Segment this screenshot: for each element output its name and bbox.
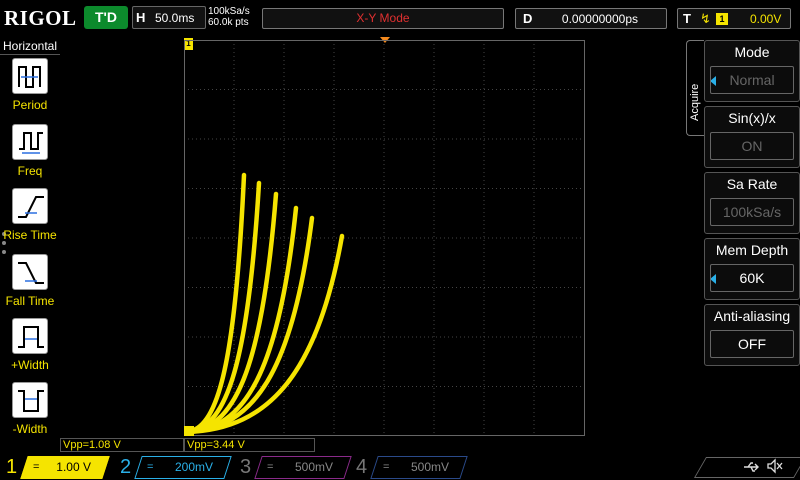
channel-scale: 500mV <box>294 460 333 474</box>
measure-label: +Width <box>11 358 49 372</box>
dc-coupling-icon: = <box>147 461 154 473</box>
trigger-status-badge: T'D <box>84 6 128 29</box>
freq-icon <box>12 124 48 160</box>
acquire-menu: Acquire Mode Normal Sin(x)/x ON Sa Rate … <box>686 36 800 460</box>
sample-rate: 100kSa/s <box>208 6 250 17</box>
measure-label: Fall Time <box>5 294 55 308</box>
acquire-tab-label: Acquire <box>689 83 701 121</box>
xy-trace-curve <box>184 233 345 435</box>
trigger-level: 0.00V <box>750 12 782 26</box>
measurement-vpp-ch1[interactable]: Vpp=1.08 V <box>60 438 184 452</box>
xy-traces <box>184 172 345 436</box>
measure-period[interactable]: Period <box>0 58 60 122</box>
menu-mode[interactable]: Mode Normal <box>704 40 800 102</box>
acquire-tab[interactable]: Acquire <box>686 40 704 136</box>
menu-value: Normal <box>710 66 794 94</box>
channel-settings: = 500mV <box>370 456 468 479</box>
menu-title: Anti-aliasing <box>713 308 791 324</box>
xy-trace-curve <box>184 191 279 435</box>
menu-value: OFF <box>710 330 794 358</box>
speaker-muted-icon[interactable] <box>766 457 784 475</box>
delay-value: 0.00000000ps <box>561 12 638 26</box>
trigger-source-badge: 1 <box>716 13 728 25</box>
menu-title: Mode <box>734 44 770 60</box>
rising-edge-icon: ↯ <box>700 11 711 26</box>
measurement-vpp-ch2[interactable]: Vpp=3.44 V <box>184 438 315 452</box>
delay-box[interactable]: D 0.00000000ps <box>515 8 667 29</box>
channel-settings: = 1.00 V <box>20 456 110 479</box>
brand-logo: RIGOL <box>4 6 77 30</box>
xy-origin-dot <box>184 426 194 436</box>
measure-label: -Width <box>12 422 48 436</box>
trigger-box[interactable]: T ↯ 1 0.00V <box>677 8 791 29</box>
channel-scale: 200mV <box>174 460 213 474</box>
menu-value: ON <box>710 132 794 160</box>
menu-value: 100kSa/s <box>710 198 794 226</box>
channel-3[interactable]: 3 = 500mV <box>236 455 352 480</box>
measure-panel-title: Horizontal <box>0 39 60 55</box>
channel-4[interactable]: 4 = 500mV <box>352 455 468 480</box>
channel-number: 1 <box>6 456 18 478</box>
delay-label: D <box>523 11 533 26</box>
neg-width-icon <box>12 382 48 418</box>
menu-sinx[interactable]: Sin(x)/x ON <box>704 106 800 168</box>
channel-scale: 1.00 V <box>56 460 91 474</box>
measure-panel: Horizontal Period Freq Rise Time Fall Ti… <box>0 36 60 440</box>
waveform-grid <box>184 40 585 436</box>
measure-label: Freq <box>17 164 43 178</box>
channel-settings: = 200mV <box>134 456 232 479</box>
period-icon <box>12 58 48 94</box>
channel-scale: 500mV <box>410 460 449 474</box>
timebase-box[interactable]: H 50.0ms <box>132 6 206 29</box>
status-bar: RIGOL T'D H 50.0ms 100kSa/s 60.0k pts X-… <box>0 0 800 36</box>
measure-fall-time[interactable]: Fall Time <box>0 254 60 318</box>
measure-pos-width[interactable]: +Width <box>0 318 60 382</box>
pos-width-icon <box>12 318 48 354</box>
memory-points: 60.0k pts <box>208 17 249 28</box>
usb-icon <box>742 458 760 476</box>
measure-rise-time[interactable]: Rise Time <box>0 188 60 252</box>
measure-freq[interactable]: Freq <box>0 124 60 188</box>
menu-sa-rate[interactable]: Sa Rate 100kSa/s <box>704 172 800 234</box>
channel-number: 2 <box>120 456 132 478</box>
menu-title: Sin(x)/x <box>728 110 776 126</box>
timebase-value: 50.0ms <box>155 11 195 25</box>
dc-coupling-icon: = <box>33 461 40 473</box>
mode-indicator: X-Y Mode <box>262 8 504 29</box>
sample-info: 100kSa/s 60.0k pts <box>208 6 250 28</box>
rise-time-icon <box>12 188 48 224</box>
channel-settings: = 500mV <box>254 456 352 479</box>
channel-2[interactable]: 2 = 200mV <box>116 455 232 480</box>
menu-mem-depth[interactable]: Mem Depth 60K <box>704 238 800 300</box>
menu-value: 60K <box>710 264 794 292</box>
dc-coupling-icon: = <box>267 461 274 473</box>
menu-title: Mem Depth <box>715 242 789 258</box>
channel-bar: 1 = 1.00 V 2 = 200mV 3 = 500mV 4 = 500mV <box>0 455 800 480</box>
fall-time-icon <box>12 254 48 290</box>
horizontal-label: H <box>136 10 146 25</box>
channel-number: 3 <box>240 456 252 478</box>
measure-neg-width[interactable]: -Width <box>0 382 60 446</box>
channel-number: 4 <box>356 456 368 478</box>
channel-1[interactable]: 1 = 1.00 V <box>0 455 112 480</box>
menu-anti-aliasing[interactable]: Anti-aliasing OFF <box>704 304 800 366</box>
menu-title: Sa Rate <box>726 176 778 192</box>
trigger-label: T <box>683 11 691 26</box>
measure-label: Rise Time <box>3 228 57 242</box>
dc-coupling-icon: = <box>383 461 390 473</box>
measure-label: Period <box>12 98 48 112</box>
